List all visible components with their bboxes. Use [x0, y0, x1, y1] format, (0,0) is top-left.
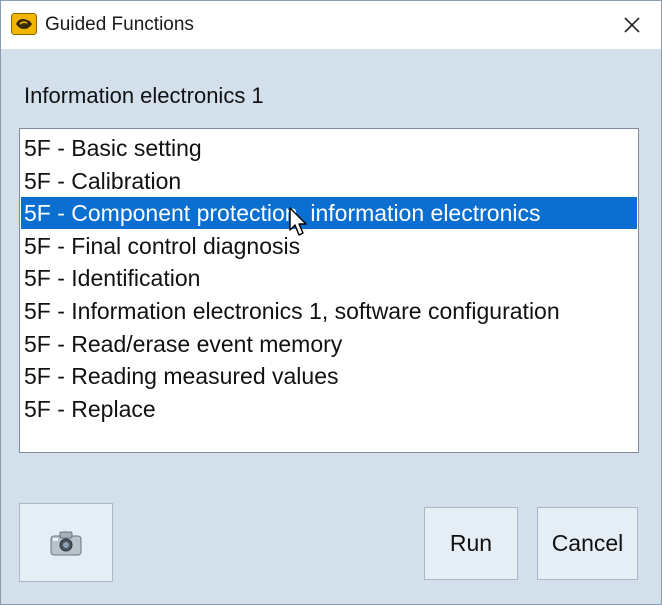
list-item[interactable]: 5F - Basic setting [21, 132, 637, 164]
list-item[interactable]: 5F - Identification [21, 262, 637, 294]
list-item[interactable]: 5F - Reading measured values [21, 360, 637, 392]
close-icon [624, 17, 640, 33]
list-item[interactable]: 5F - Read/erase event memory [21, 328, 637, 360]
title-bar: Guided Functions [1, 1, 661, 50]
cancel-button[interactable]: Cancel [537, 507, 638, 580]
guided-functions-dialog: Guided Functions Information electronics… [0, 0, 662, 605]
screenshot-button[interactable] [19, 503, 113, 582]
app-logo-icon [11, 13, 37, 35]
window-title: Guided Functions [45, 14, 194, 35]
close-button[interactable] [617, 10, 647, 40]
list-item[interactable]: 5F - Component protection, information e… [21, 197, 637, 230]
list-item[interactable]: 5F - Final control diagnosis [21, 230, 637, 262]
list-item[interactable]: 5F - Calibration [21, 165, 637, 197]
run-button[interactable]: Run [424, 507, 518, 580]
camera-icon [50, 531, 82, 555]
list-item[interactable]: 5F - Replace [21, 393, 637, 425]
list-item[interactable]: 5F - Information electronics 1, software… [21, 295, 637, 327]
group-label: Information electronics 1 [24, 83, 264, 108]
function-list[interactable]: 5F - Basic setting 5F - Calibration 5F - C… [19, 128, 639, 453]
